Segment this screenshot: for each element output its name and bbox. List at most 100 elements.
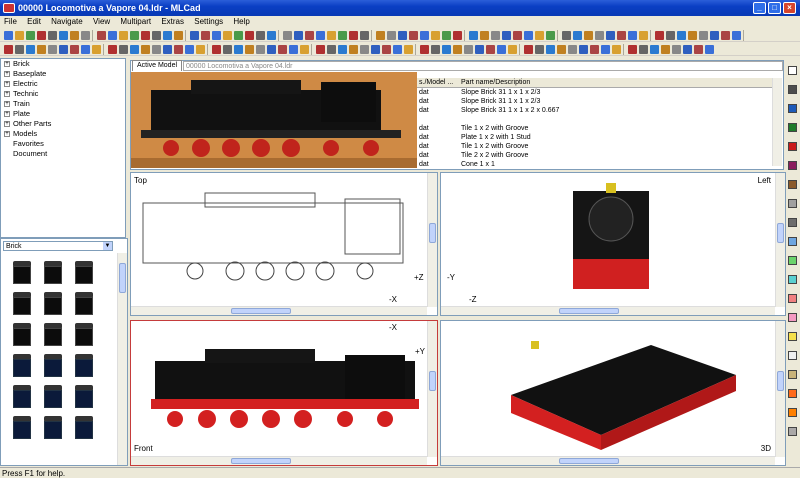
toolbar-tool-icon[interactable] — [387, 31, 396, 40]
toolbar-nav-icon[interactable] — [185, 45, 194, 54]
toolbar-nav-icon[interactable] — [382, 45, 391, 54]
toolbar-nav-icon[interactable] — [497, 45, 506, 54]
expand-icon[interactable]: + — [4, 121, 10, 127]
toolbar-nav-icon[interactable] — [4, 45, 13, 54]
toolbar-tool-icon[interactable] — [502, 31, 511, 40]
toolbar-tool-icon[interactable] — [398, 31, 407, 40]
toolbar-tool-icon[interactable] — [141, 31, 150, 40]
menu-multipart[interactable]: Multipart — [116, 16, 155, 27]
minimize-button[interactable]: _ — [753, 2, 766, 14]
expand-icon[interactable]: + — [4, 101, 10, 107]
toolbar-tool-icon[interactable] — [491, 31, 500, 40]
part-thumbnail[interactable] — [42, 354, 64, 378]
color-swatch[interactable] — [788, 142, 797, 151]
toolbar-nav-icon[interactable] — [70, 45, 79, 54]
table-row[interactable]: dat Plate 1 x 2 with 1 Stud — [417, 133, 772, 142]
toolbar-tool-icon[interactable] — [453, 31, 462, 40]
tree-item-train[interactable]: + Train — [1, 99, 125, 109]
toolbar-tool-icon[interactable] — [349, 31, 358, 40]
toolbar-nav-icon[interactable] — [628, 45, 637, 54]
toolbar-tool-icon[interactable] — [721, 31, 730, 40]
toolbar-nav-icon[interactable] — [590, 45, 599, 54]
toolbar-tool-icon[interactable] — [677, 31, 686, 40]
toolbar-nav-icon[interactable] — [601, 45, 610, 54]
toolbar-tool-icon[interactable] — [108, 31, 117, 40]
part-thumbnail[interactable] — [73, 261, 95, 285]
toolbar-nav-icon[interactable] — [108, 45, 117, 54]
toolbar-tool-icon[interactable] — [59, 31, 68, 40]
toolbar-tool-icon[interactable] — [431, 31, 440, 40]
scroll-thumb[interactable] — [777, 223, 784, 243]
part-thumbnail[interactable] — [42, 323, 64, 347]
column-header-model[interactable]: s./Model ... — [419, 79, 453, 86]
part-thumbnail[interactable] — [73, 354, 95, 378]
scroll-thumb[interactable] — [231, 458, 291, 464]
table-row[interactable]: dat Tile 1 x 2 with Groove — [417, 142, 772, 151]
table-row[interactable]: dat Cone 1 x 1 — [417, 160, 772, 169]
toolbar-nav-icon[interactable] — [568, 45, 577, 54]
menu-help[interactable]: Help — [229, 16, 253, 27]
viewport-scrollbar-v[interactable] — [775, 173, 785, 307]
toolbar-tool-icon[interactable] — [338, 31, 347, 40]
toolbar-tool-icon[interactable] — [732, 31, 741, 40]
toolbar-nav-icon[interactable] — [48, 45, 57, 54]
viewport-scrollbar-v[interactable] — [775, 321, 785, 457]
scroll-thumb[interactable] — [429, 223, 436, 243]
color-swatch[interactable] — [788, 161, 797, 170]
viewport-3d[interactable]: 3D — [440, 320, 786, 466]
color-swatch[interactable] — [788, 389, 797, 398]
color-swatch[interactable] — [788, 408, 797, 417]
toolbar-tool-icon[interactable] — [201, 31, 210, 40]
toolbar-tool-icon[interactable] — [81, 31, 90, 40]
table-row[interactable]: dat Tile 1 x 2 with Groove — [417, 124, 772, 133]
toolbar-nav-icon[interactable] — [535, 45, 544, 54]
color-swatch[interactable] — [788, 427, 797, 436]
toolbar-nav-icon[interactable] — [360, 45, 369, 54]
toolbar-tool-icon[interactable] — [267, 31, 276, 40]
toolbar-tool-icon[interactable] — [256, 31, 265, 40]
menu-extras[interactable]: Extras — [157, 16, 188, 27]
expand-icon[interactable]: + — [4, 131, 10, 137]
viewport-scrollbar-v[interactable] — [427, 173, 437, 307]
color-swatch[interactable] — [788, 256, 797, 265]
toolbar-tool-icon[interactable] — [223, 31, 232, 40]
toolbar-nav-icon[interactable] — [223, 45, 232, 54]
toolbar-nav-icon[interactable] — [579, 45, 588, 54]
toolbar-tool-icon[interactable] — [97, 31, 106, 40]
toolbar-tool-icon[interactable] — [639, 31, 648, 40]
toolbar-nav-icon[interactable] — [524, 45, 533, 54]
toolbar-tool-icon[interactable] — [573, 31, 582, 40]
toolbar-tool-icon[interactable] — [546, 31, 555, 40]
toolbar-tool-icon[interactable] — [480, 31, 489, 40]
toolbar-nav-icon[interactable] — [420, 45, 429, 54]
toolbar-nav-icon[interactable] — [26, 45, 35, 54]
scroll-thumb[interactable] — [429, 371, 436, 391]
toolbar-tool-icon[interactable] — [606, 31, 615, 40]
toolbar-tool-icon[interactable] — [130, 31, 139, 40]
menu-view[interactable]: View — [89, 16, 114, 27]
part-thumbnail[interactable] — [73, 292, 95, 316]
toolbar-nav-icon[interactable] — [672, 45, 681, 54]
grid-scrollbar[interactable] — [772, 78, 782, 166]
tree-item-technic[interactable]: + Technic — [1, 89, 125, 99]
toolbar-nav-icon[interactable] — [650, 45, 659, 54]
tree-item-plate[interactable]: + Plate — [1, 109, 125, 119]
toolbar-nav-icon[interactable] — [404, 45, 413, 54]
tab-active-model[interactable]: Active Model — [132, 60, 182, 71]
color-swatch[interactable] — [788, 199, 797, 208]
toolbar-tool-icon[interactable] — [469, 31, 478, 40]
tree-item-electric[interactable]: + Electric — [1, 79, 125, 89]
toolbar-nav-icon[interactable] — [442, 45, 451, 54]
table-row[interactable]: dat Slope Brick 31 1 x 1 x 2/3 — [417, 97, 772, 106]
toolbar-tool-icon[interactable] — [212, 31, 221, 40]
toolbar-tool-icon[interactable] — [327, 31, 336, 40]
expand-icon[interactable]: + — [4, 81, 10, 87]
toolbar-nav-icon[interactable] — [486, 45, 495, 54]
toolbar-tool-icon[interactable] — [360, 31, 369, 40]
color-swatch[interactable] — [788, 218, 797, 227]
part-thumbnail[interactable] — [73, 416, 95, 440]
menu-settings[interactable]: Settings — [190, 16, 227, 27]
toolbar-nav-icon[interactable] — [639, 45, 648, 54]
toolbar-nav-icon[interactable] — [349, 45, 358, 54]
toolbar-tool-icon[interactable] — [584, 31, 593, 40]
